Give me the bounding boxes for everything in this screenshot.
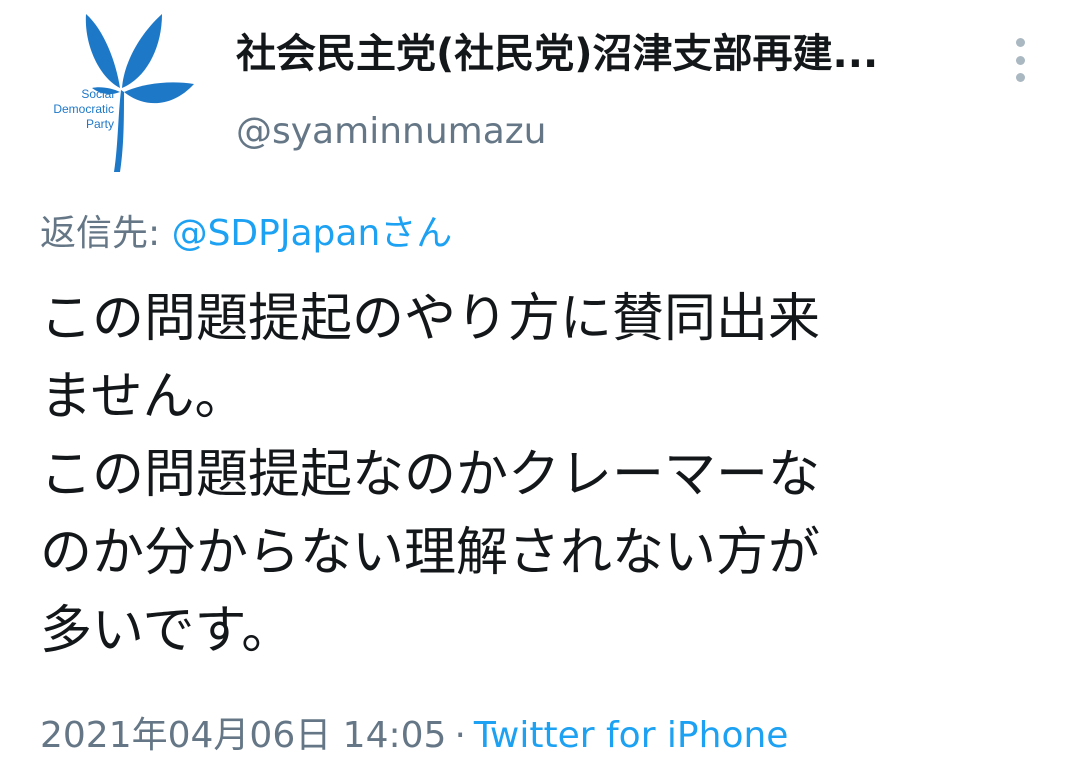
author-display-name[interactable]: 社会民主党(社民党)沼津支部再建... <box>236 28 936 80</box>
tweet-card: Social Democratic Party 社会民主党(社民党)沼津支部再建… <box>0 0 1080 779</box>
avatar[interactable]: Social Democratic Party <box>20 6 200 176</box>
logo-text-line-1: Social <box>81 87 114 101</box>
reply-mention-link[interactable]: @SDPJapanさん <box>172 213 453 254</box>
tweet-text-line: ません。 <box>40 367 247 427</box>
tweet-text-line: のか分からない理解されない方が <box>40 523 821 583</box>
tweet-timestamp[interactable]: 2021年04月06日 14:05 <box>40 715 446 756</box>
tweet-source-link[interactable]: Twitter for iPhone <box>474 715 789 756</box>
tweet-text-line: 多いです。 <box>40 601 294 661</box>
logo-text-line-3: Party <box>86 117 114 131</box>
tweet-text-line: この問題提起なのかクレーマーな <box>40 445 821 505</box>
more-options-button[interactable] <box>1002 38 1038 82</box>
author-handle[interactable]: @syaminnumazu <box>236 110 996 154</box>
meta-separator: · <box>454 715 466 756</box>
sdp-logo-icon: Social Democratic Party <box>53 14 194 172</box>
tweet-text: この問題提起のやり方に賛同出来 ません。 この問題提起なのかクレーマーな のか分… <box>40 280 1040 670</box>
reply-context: 返信先: @SDPJapanさん <box>40 210 452 258</box>
reply-prefix: 返信先: <box>40 213 172 254</box>
author-info: 社会民主党(社民党)沼津支部再建... @syaminnumazu <box>236 28 996 154</box>
tweet-meta: 2021年04月06日 14:05 · Twitter for iPhone <box>40 712 788 760</box>
tweet-text-line: この問題提起のやり方に賛同出来 <box>40 289 821 349</box>
more-vertical-icon <box>1015 38 1025 82</box>
logo-text-line-2: Democratic <box>53 102 114 116</box>
